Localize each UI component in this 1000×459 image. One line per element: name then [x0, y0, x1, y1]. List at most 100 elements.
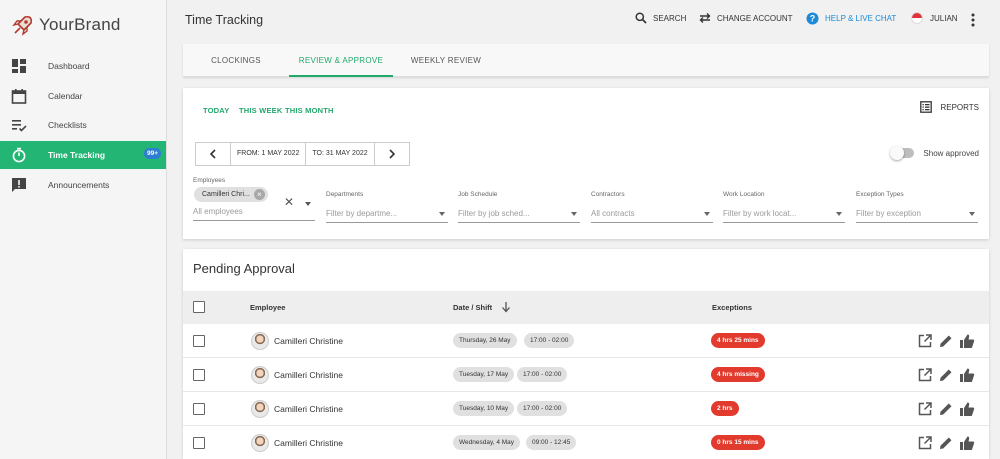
tab-clockings[interactable]: CLOCKINGS: [195, 44, 277, 77]
row-checkbox[interactable]: [193, 335, 205, 347]
range-today-link[interactable]: TODAY: [203, 106, 229, 115]
work-location-select[interactable]: Filter by work locat...: [723, 207, 845, 223]
table-row[interactable]: Camilleri Christine Wednesday, 4 May 09:…: [183, 426, 989, 459]
sidebar-item-label: Dashboard: [48, 61, 90, 71]
edit-icon[interactable]: [938, 435, 954, 451]
contractors-select[interactable]: All contracts: [591, 207, 713, 223]
more-vert-icon[interactable]: [970, 13, 976, 27]
column-header-exceptions[interactable]: Exceptions: [712, 303, 752, 312]
flag-icon: [911, 12, 923, 24]
sidebar-item-label: Announcements: [48, 180, 110, 190]
employees-input[interactable]: All employees: [193, 205, 315, 221]
chip-label: Camilleri Chri...: [202, 191, 250, 198]
user-name: JULIAN: [930, 13, 958, 23]
open-in-new-icon[interactable]: [917, 333, 933, 349]
arrow-down-icon: [502, 302, 510, 313]
range-this-month-link[interactable]: THIS MONTH: [285, 106, 334, 115]
tab-review-approve[interactable]: REVIEW & APPROVE: [289, 44, 393, 77]
contractors-filter[interactable]: Contractors All contracts: [591, 191, 713, 223]
reports-label: REPORTS: [940, 102, 979, 112]
report-list-icon: [920, 101, 933, 113]
sidebar-item-dashboard[interactable]: Dashboard: [0, 52, 166, 80]
sidebar-item-announcements[interactable]: Announcements: [0, 171, 166, 199]
employee-name[interactable]: Camilleri Christine: [274, 438, 343, 448]
table-row[interactable]: Camilleri Christine Tuesday, 10 May 17:0…: [183, 392, 989, 426]
job-schedule-filter[interactable]: Job Schedule Filter by job sched...: [458, 191, 580, 223]
stopwatch-icon: [12, 147, 26, 163]
help-label: HELP & LIVE CHAT: [825, 14, 897, 23]
employee-name[interactable]: Camilleri Christine: [274, 336, 343, 346]
chevron-down-icon: [704, 212, 710, 216]
tab-weekly-review[interactable]: WEEKLY REVIEW: [405, 44, 487, 77]
departments-select[interactable]: Filter by departme...: [326, 207, 448, 223]
sidebar-item-checklists[interactable]: Checklists: [0, 111, 166, 139]
exception-types-select[interactable]: Filter by exception: [856, 207, 978, 223]
change-account-button[interactable]: CHANGE ACCOUNT: [699, 12, 793, 24]
select-all-checkbox[interactable]: [193, 301, 205, 313]
checklist-icon: [12, 120, 27, 132]
show-approved-toggle[interactable]: Show approved: [890, 146, 979, 160]
next-period-button[interactable]: [375, 143, 409, 165]
chevron-down-icon: [571, 212, 577, 216]
exception-types-filter[interactable]: Exception Types Filter by exception: [856, 191, 978, 223]
from-date-field[interactable]: FROM: 1 MAY 2022: [230, 143, 307, 165]
edit-icon[interactable]: [938, 367, 954, 383]
open-in-new-icon[interactable]: [917, 401, 933, 417]
edit-icon[interactable]: [938, 401, 954, 417]
toggle-switch[interactable]: [890, 146, 915, 160]
thumbs-up-icon[interactable]: [959, 367, 975, 383]
calendar-icon: [11, 89, 27, 104]
table-row[interactable]: Camilleri Christine Thursday, 26 May 17:…: [183, 324, 989, 358]
sidebar: YourBrand Dashboard Calendar Checklists …: [0, 0, 167, 459]
pending-approval-panel: Pending Approval Employee Date / Shift E…: [183, 249, 989, 459]
search-button[interactable]: SEARCH: [635, 12, 686, 24]
employee-name[interactable]: Camilleri Christine: [274, 404, 343, 414]
open-in-new-icon[interactable]: [917, 435, 933, 451]
chevron-down-icon: [836, 212, 842, 216]
help-live-chat-button[interactable]: ? HELP & LIVE CHAT: [806, 12, 896, 25]
employees-filter[interactable]: Employees Camilleri Chri... × All employ…: [193, 177, 315, 223]
filter-label: Exception Types: [856, 191, 904, 198]
chip-remove-icon[interactable]: ×: [253, 189, 265, 200]
chevron-down-icon[interactable]: [305, 202, 311, 206]
thumbs-up-icon[interactable]: [959, 435, 975, 451]
table-row[interactable]: Camilleri Christine Tuesday, 17 May 17:0…: [183, 358, 989, 392]
shift-pill: 17:00 - 02:00: [517, 367, 568, 382]
clear-employees-icon[interactable]: ✕: [284, 195, 294, 209]
sidebar-item-label: Checklists: [48, 120, 87, 130]
to-date-field[interactable]: TO: 31 MAY 2022: [306, 143, 375, 165]
job-schedule-select[interactable]: Filter by job sched...: [458, 207, 580, 223]
thumbs-up-icon[interactable]: [959, 333, 975, 349]
open-in-new-icon[interactable]: [917, 367, 933, 383]
employee-name[interactable]: Camilleri Christine: [274, 370, 343, 380]
shift-pill: 09:00 - 12:45: [526, 435, 577, 450]
row-checkbox[interactable]: [193, 437, 205, 449]
date-pill: Wednesday, 4 May: [453, 435, 521, 450]
sidebar-item-time-tracking[interactable]: Time Tracking 99+: [0, 141, 166, 169]
range-this-week-link[interactable]: THIS WEEK: [239, 106, 282, 115]
row-checkbox[interactable]: [193, 369, 205, 381]
column-header-date-shift[interactable]: Date / Shift: [453, 302, 510, 313]
date-range-picker: FROM: 1 MAY 2022 TO: 31 MAY 2022: [195, 142, 410, 166]
user-menu[interactable]: JULIAN: [911, 12, 958, 24]
previous-period-button[interactable]: [196, 143, 230, 165]
brand-name: YourBrand: [39, 15, 121, 34]
rocket-logo-icon: [12, 15, 33, 36]
brand[interactable]: YourBrand: [0, 0, 166, 50]
thumbs-up-icon[interactable]: [959, 401, 975, 417]
shift-pill: 17:00 - 02:00: [524, 333, 575, 348]
filter-label: Departments: [326, 191, 364, 198]
row-checkbox[interactable]: [193, 403, 205, 415]
search-icon: [635, 12, 647, 24]
column-header-employee[interactable]: Employee: [250, 303, 285, 312]
chevron-down-icon: [439, 212, 445, 216]
chevron-right-icon: [389, 149, 395, 159]
sidebar-item-calendar[interactable]: Calendar: [0, 82, 166, 110]
change-account-label: CHANGE ACCOUNT: [717, 13, 793, 23]
work-location-filter[interactable]: Work Location Filter by work locat...: [723, 191, 845, 223]
reports-button[interactable]: REPORTS: [920, 101, 979, 113]
departments-filter[interactable]: Departments Filter by departme...: [326, 191, 448, 223]
select-placeholder: All contracts: [591, 209, 635, 218]
edit-icon[interactable]: [938, 333, 954, 349]
sidebar-item-label: Time Tracking: [48, 150, 106, 160]
